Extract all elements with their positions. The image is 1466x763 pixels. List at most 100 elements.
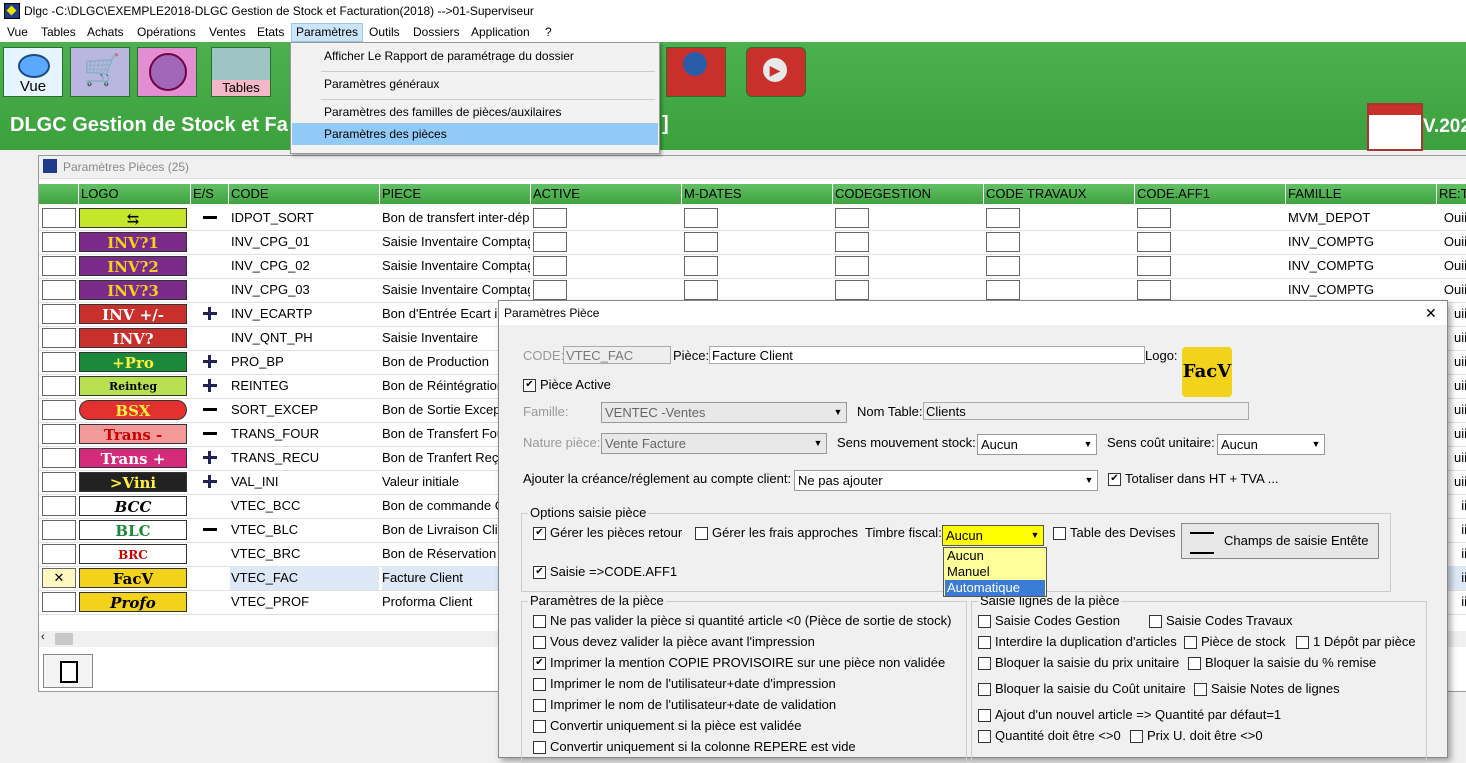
- parametre-checkbox[interactable]: [533, 741, 546, 754]
- cell-code[interactable]: IDPOT_SORT: [230, 206, 379, 230]
- row-select-checkbox[interactable]: [42, 352, 76, 372]
- row-select-checkbox[interactable]: ✕: [42, 568, 76, 588]
- cart-button[interactable]: 🛒: [70, 47, 130, 97]
- cell-codegestion-checkbox[interactable]: [835, 232, 869, 252]
- menu-item-parametres-generaux[interactable]: Paramètres généraux: [292, 73, 658, 95]
- cell-famille[interactable]: INV_COMPTG: [1288, 278, 1436, 302]
- cell-code[interactable]: PRO_BP: [230, 350, 379, 374]
- row-select-checkbox[interactable]: [42, 232, 76, 252]
- calendar-icon[interactable]: [1367, 103, 1423, 151]
- ajout-article-checkbox[interactable]: [978, 709, 991, 722]
- grid-header-logo[interactable]: LOGO: [79, 184, 191, 204]
- timbre-option-aucun[interactable]: Aucun: [945, 548, 1045, 564]
- operations-button[interactable]: [137, 47, 197, 97]
- cell-codetravaux-checkbox[interactable]: [986, 232, 1020, 252]
- menu-ventes[interactable]: Ventes: [205, 24, 250, 41]
- edit-button[interactable]: [43, 654, 93, 688]
- creance-select[interactable]: Ne pas ajouter ▼: [794, 470, 1098, 491]
- menu-dossiers[interactable]: Dossiers: [409, 24, 464, 41]
- cell-codegestion-checkbox[interactable]: [835, 208, 869, 228]
- bloquer-prix-checkbox[interactable]: [978, 657, 991, 670]
- grid-header-active[interactable]: ACTIVE: [531, 184, 682, 204]
- saisie-aff1-checkbox[interactable]: ✔: [533, 566, 546, 579]
- codes-travaux-checkbox[interactable]: [1149, 615, 1162, 628]
- timbre-select[interactable]: Aucun ▼: [942, 525, 1044, 546]
- row-select-checkbox[interactable]: [42, 280, 76, 300]
- row-select-checkbox[interactable]: [42, 592, 76, 612]
- row-select-checkbox[interactable]: [42, 400, 76, 420]
- cell-codeaff1-checkbox[interactable]: [1137, 208, 1171, 228]
- cell-code[interactable]: TRANS_RECU: [230, 446, 379, 470]
- row-select-checkbox[interactable]: [42, 472, 76, 492]
- sens-stock-select[interactable]: Aucun ▼: [977, 434, 1097, 455]
- row-select-checkbox[interactable]: [42, 328, 76, 348]
- cell-active-checkbox[interactable]: [533, 232, 567, 252]
- grid-header-codeaff1[interactable]: CODE.AFF1: [1135, 184, 1286, 204]
- cell-codeaff1-checkbox[interactable]: [1137, 232, 1171, 252]
- timbre-option-manuel[interactable]: Manuel: [945, 564, 1045, 580]
- grid-header-mdates[interactable]: M-DATES: [682, 184, 833, 204]
- notes-lignes-checkbox[interactable]: [1194, 683, 1207, 696]
- table-row[interactable]: INV?2 INV_CPG_02 Saisie Inventaire Comptag…: [39, 254, 1466, 279]
- row-select-checkbox[interactable]: [42, 544, 76, 564]
- cell-famille[interactable]: INV_COMPTG: [1288, 230, 1436, 254]
- doctor-button[interactable]: [666, 47, 726, 97]
- cell-active-checkbox[interactable]: [533, 256, 567, 276]
- prix-diff-checkbox[interactable]: [1130, 730, 1143, 743]
- cell-code[interactable]: VAL_INI: [230, 470, 379, 494]
- tables-button[interactable]: Tables: [211, 47, 271, 97]
- cell-codetravaux-checkbox[interactable]: [986, 208, 1020, 228]
- cell-code[interactable]: INV_QNT_PH: [230, 326, 379, 350]
- cell-active-checkbox[interactable]: [533, 280, 567, 300]
- row-select-checkbox[interactable]: [42, 256, 76, 276]
- parametre-checkbox[interactable]: [533, 678, 546, 691]
- cell-code[interactable]: VTEC_BLC: [230, 518, 379, 542]
- menu-etats[interactable]: Etats: [253, 24, 288, 41]
- table-row[interactable]: INV?1 INV_CPG_01 Saisie Inventaire Comptag…: [39, 230, 1466, 255]
- parametre-checkbox[interactable]: [533, 636, 546, 649]
- cell-codegestion-checkbox[interactable]: [835, 256, 869, 276]
- menu-item-rapport[interactable]: Afficher Le Rapport de paramétrage du do…: [292, 45, 658, 67]
- menu-application[interactable]: Application: [467, 24, 534, 41]
- parametre-checkbox[interactable]: [533, 699, 546, 712]
- cell-mdates-checkbox[interactable]: [684, 208, 718, 228]
- gerer-frais-checkbox[interactable]: [695, 527, 708, 540]
- menu-help[interactable]: ?: [541, 24, 556, 41]
- cell-codeaff1-checkbox[interactable]: [1137, 256, 1171, 276]
- cell-famille[interactable]: INV_COMPTG: [1288, 254, 1436, 278]
- row-select-checkbox[interactable]: [42, 424, 76, 444]
- grid-header-codetravaux[interactable]: CODE TRAVAUX: [984, 184, 1135, 204]
- cell-code[interactable]: INV_ECARTP: [230, 302, 379, 326]
- parametre-checkbox[interactable]: ✔: [533, 657, 546, 670]
- bloquer-remise-checkbox[interactable]: [1188, 657, 1201, 670]
- parametre-checkbox[interactable]: [533, 720, 546, 733]
- menu-operations[interactable]: Opérations: [133, 24, 200, 41]
- table-devises-checkbox[interactable]: [1053, 527, 1066, 540]
- row-select-checkbox[interactable]: [42, 520, 76, 540]
- cell-ret[interactable]: Ouii: [1439, 230, 1466, 254]
- cell-code[interactable]: VTEC_PROF: [230, 590, 379, 614]
- champs-saisie-button[interactable]: Champs de saisie Entête: [1181, 523, 1379, 559]
- un-depot-checkbox[interactable]: [1296, 636, 1309, 649]
- cell-famille[interactable]: MVM_DEPOT: [1288, 206, 1436, 230]
- row-select-checkbox[interactable]: [42, 376, 76, 396]
- cell-piece[interactable]: Bon de transfert inter-dépot: [382, 206, 530, 230]
- cell-mdates-checkbox[interactable]: [684, 256, 718, 276]
- piece-stock-checkbox[interactable]: [1184, 636, 1197, 649]
- codes-gestion-checkbox[interactable]: [978, 615, 991, 628]
- totaliser-checkbox[interactable]: ✔: [1108, 473, 1121, 486]
- logo-preview[interactable]: FacV: [1182, 347, 1232, 397]
- bloquer-cout-checkbox[interactable]: [978, 683, 991, 696]
- cell-code[interactable]: INV_CPG_01: [230, 230, 379, 254]
- menu-achats[interactable]: Achats: [83, 24, 128, 41]
- grid-header-ret[interactable]: RE:T: [1437, 184, 1466, 204]
- row-select-checkbox[interactable]: [42, 208, 76, 228]
- cell-piece[interactable]: Saisie Inventaire Comptage: [382, 278, 530, 302]
- sens-cout-select[interactable]: Aucun ▼: [1217, 434, 1325, 455]
- cell-code[interactable]: VTEC_FAC: [230, 566, 379, 590]
- cell-code[interactable]: SORT_EXCEP: [230, 398, 379, 422]
- menu-outils[interactable]: Outils: [365, 24, 404, 41]
- cell-code[interactable]: VTEC_BRC: [230, 542, 379, 566]
- scroll-left-icon[interactable]: ‹: [41, 631, 45, 643]
- menu-item-parametres-pieces[interactable]: Paramètres des pièces: [292, 123, 658, 145]
